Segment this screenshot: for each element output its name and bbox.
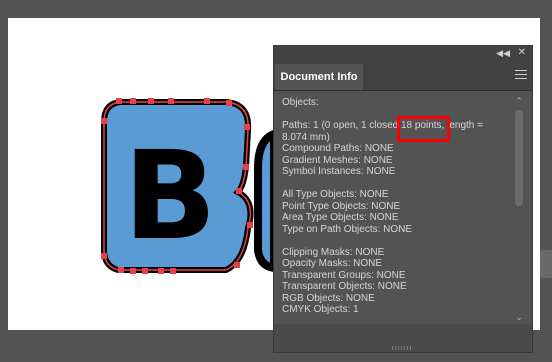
scrollbar[interactable]: ⌃ ⌄ xyxy=(514,96,524,322)
panel-topbar[interactable]: ◀◀ ✕ xyxy=(274,46,532,62)
collapse-icon[interactable]: ◀◀ xyxy=(496,48,510,59)
info-line: Area Type Objects: NONE xyxy=(282,212,399,223)
side-handle[interactable] xyxy=(540,250,552,278)
info-line: Symbol Instances: NONE xyxy=(282,166,396,177)
highlight-box xyxy=(397,116,450,142)
info-line: Gradient Meshes: NONE xyxy=(282,154,393,166)
info-gap xyxy=(282,109,510,121)
info-line: 8.074 mm) xyxy=(282,131,330,143)
info-line: Type on Path Objects: NONE xyxy=(282,223,413,235)
scroll-down-icon[interactable]: ⌄ xyxy=(514,312,524,322)
resize-grip[interactable] xyxy=(392,346,412,350)
info-line: RGB Objects: NONE xyxy=(282,292,375,304)
info-gap xyxy=(282,235,510,247)
scroll-thumb[interactable] xyxy=(515,110,523,206)
info-line: Point Type Objects: NONE xyxy=(282,200,401,212)
close-icon[interactable]: ✕ xyxy=(518,47,526,58)
panel-menu-icon[interactable] xyxy=(515,70,527,82)
scroll-up-icon[interactable]: ⌃ xyxy=(514,96,524,106)
tab-document-info[interactable]: Document Info xyxy=(275,64,363,90)
info-line: All Type Objects: NONE xyxy=(282,189,389,200)
info-line: Transparent Groups: NONE xyxy=(282,269,406,281)
info-line: Clipping Masks: NONE xyxy=(282,246,385,258)
info-line: Transparent Objects: NONE xyxy=(282,281,407,292)
panel-footer xyxy=(274,324,532,352)
info-line: Objects: xyxy=(282,97,319,108)
letter-second-shape[interactable] xyxy=(254,128,278,273)
document-info-panel: ◀◀ ✕ Document Info Objects: Paths: 1 (0 o… xyxy=(273,45,533,353)
info-line: CMYK Objects: 1 xyxy=(282,304,359,315)
info-line: Opacity Masks: NONE xyxy=(282,258,383,269)
info-gap xyxy=(282,178,510,190)
panel-tabbar: Document Info xyxy=(274,62,532,91)
info-line: Compound Paths: NONE xyxy=(282,143,394,154)
info-line: Paths: 1 (0 open, 1 closed 18 points, le… xyxy=(282,120,483,131)
document-info-text: Objects: Paths: 1 (0 open, 1 closed 18 po… xyxy=(282,97,510,317)
letter-b-inner-glyph: B xyxy=(124,125,217,267)
